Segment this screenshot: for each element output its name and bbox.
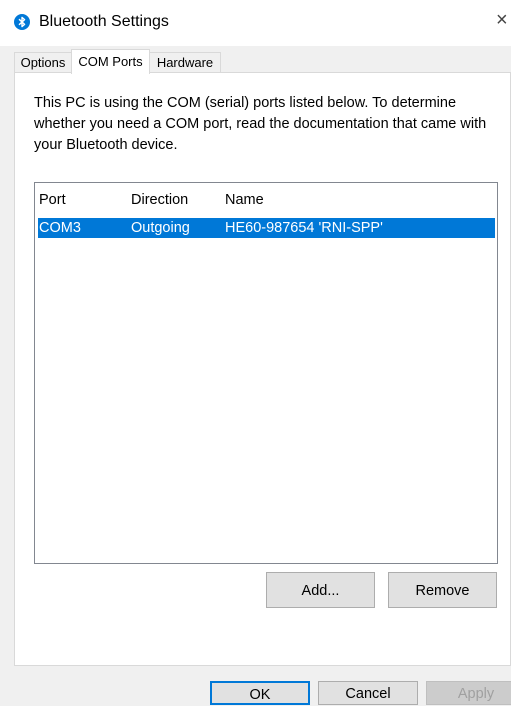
description-text: This PC is using the COM (serial) ports … [34, 95, 487, 153]
close-icon[interactable]: × [496, 10, 508, 30]
ok-button[interactable]: OK [210, 681, 310, 705]
column-header-port[interactable]: Port [39, 192, 66, 208]
remove-button[interactable]: Remove [388, 572, 497, 608]
column-header-name[interactable]: Name [225, 192, 264, 208]
tab-options[interactable]: Options [14, 52, 72, 73]
column-header-direction[interactable]: Direction [131, 192, 188, 208]
apply-button[interactable]: Apply [426, 681, 511, 705]
com-ports-list[interactable]: Port Direction Name COM3 Outgoing HE60-9… [34, 182, 498, 564]
cancel-button[interactable]: Cancel [318, 681, 418, 705]
tab-com-ports[interactable]: COM Ports [71, 49, 150, 74]
bluetooth-icon [14, 14, 30, 30]
name-cell: HE60-987654 'RNI-SPP' [225, 220, 383, 236]
add-button[interactable]: Add... [266, 572, 375, 608]
direction-cell: Outgoing [131, 220, 190, 236]
title-bar: Bluetooth Settings × [0, 0, 511, 46]
window-title: Bluetooth Settings [39, 13, 169, 30]
tab-hardware[interactable]: Hardware [149, 52, 221, 73]
bluetooth-settings-dialog: Bluetooth Settings × Options COM Ports H… [0, 0, 511, 705]
port-cell: COM3 [39, 220, 81, 236]
list-item[interactable]: COM3 Outgoing HE60-987654 'RNI-SPP' [38, 218, 495, 238]
